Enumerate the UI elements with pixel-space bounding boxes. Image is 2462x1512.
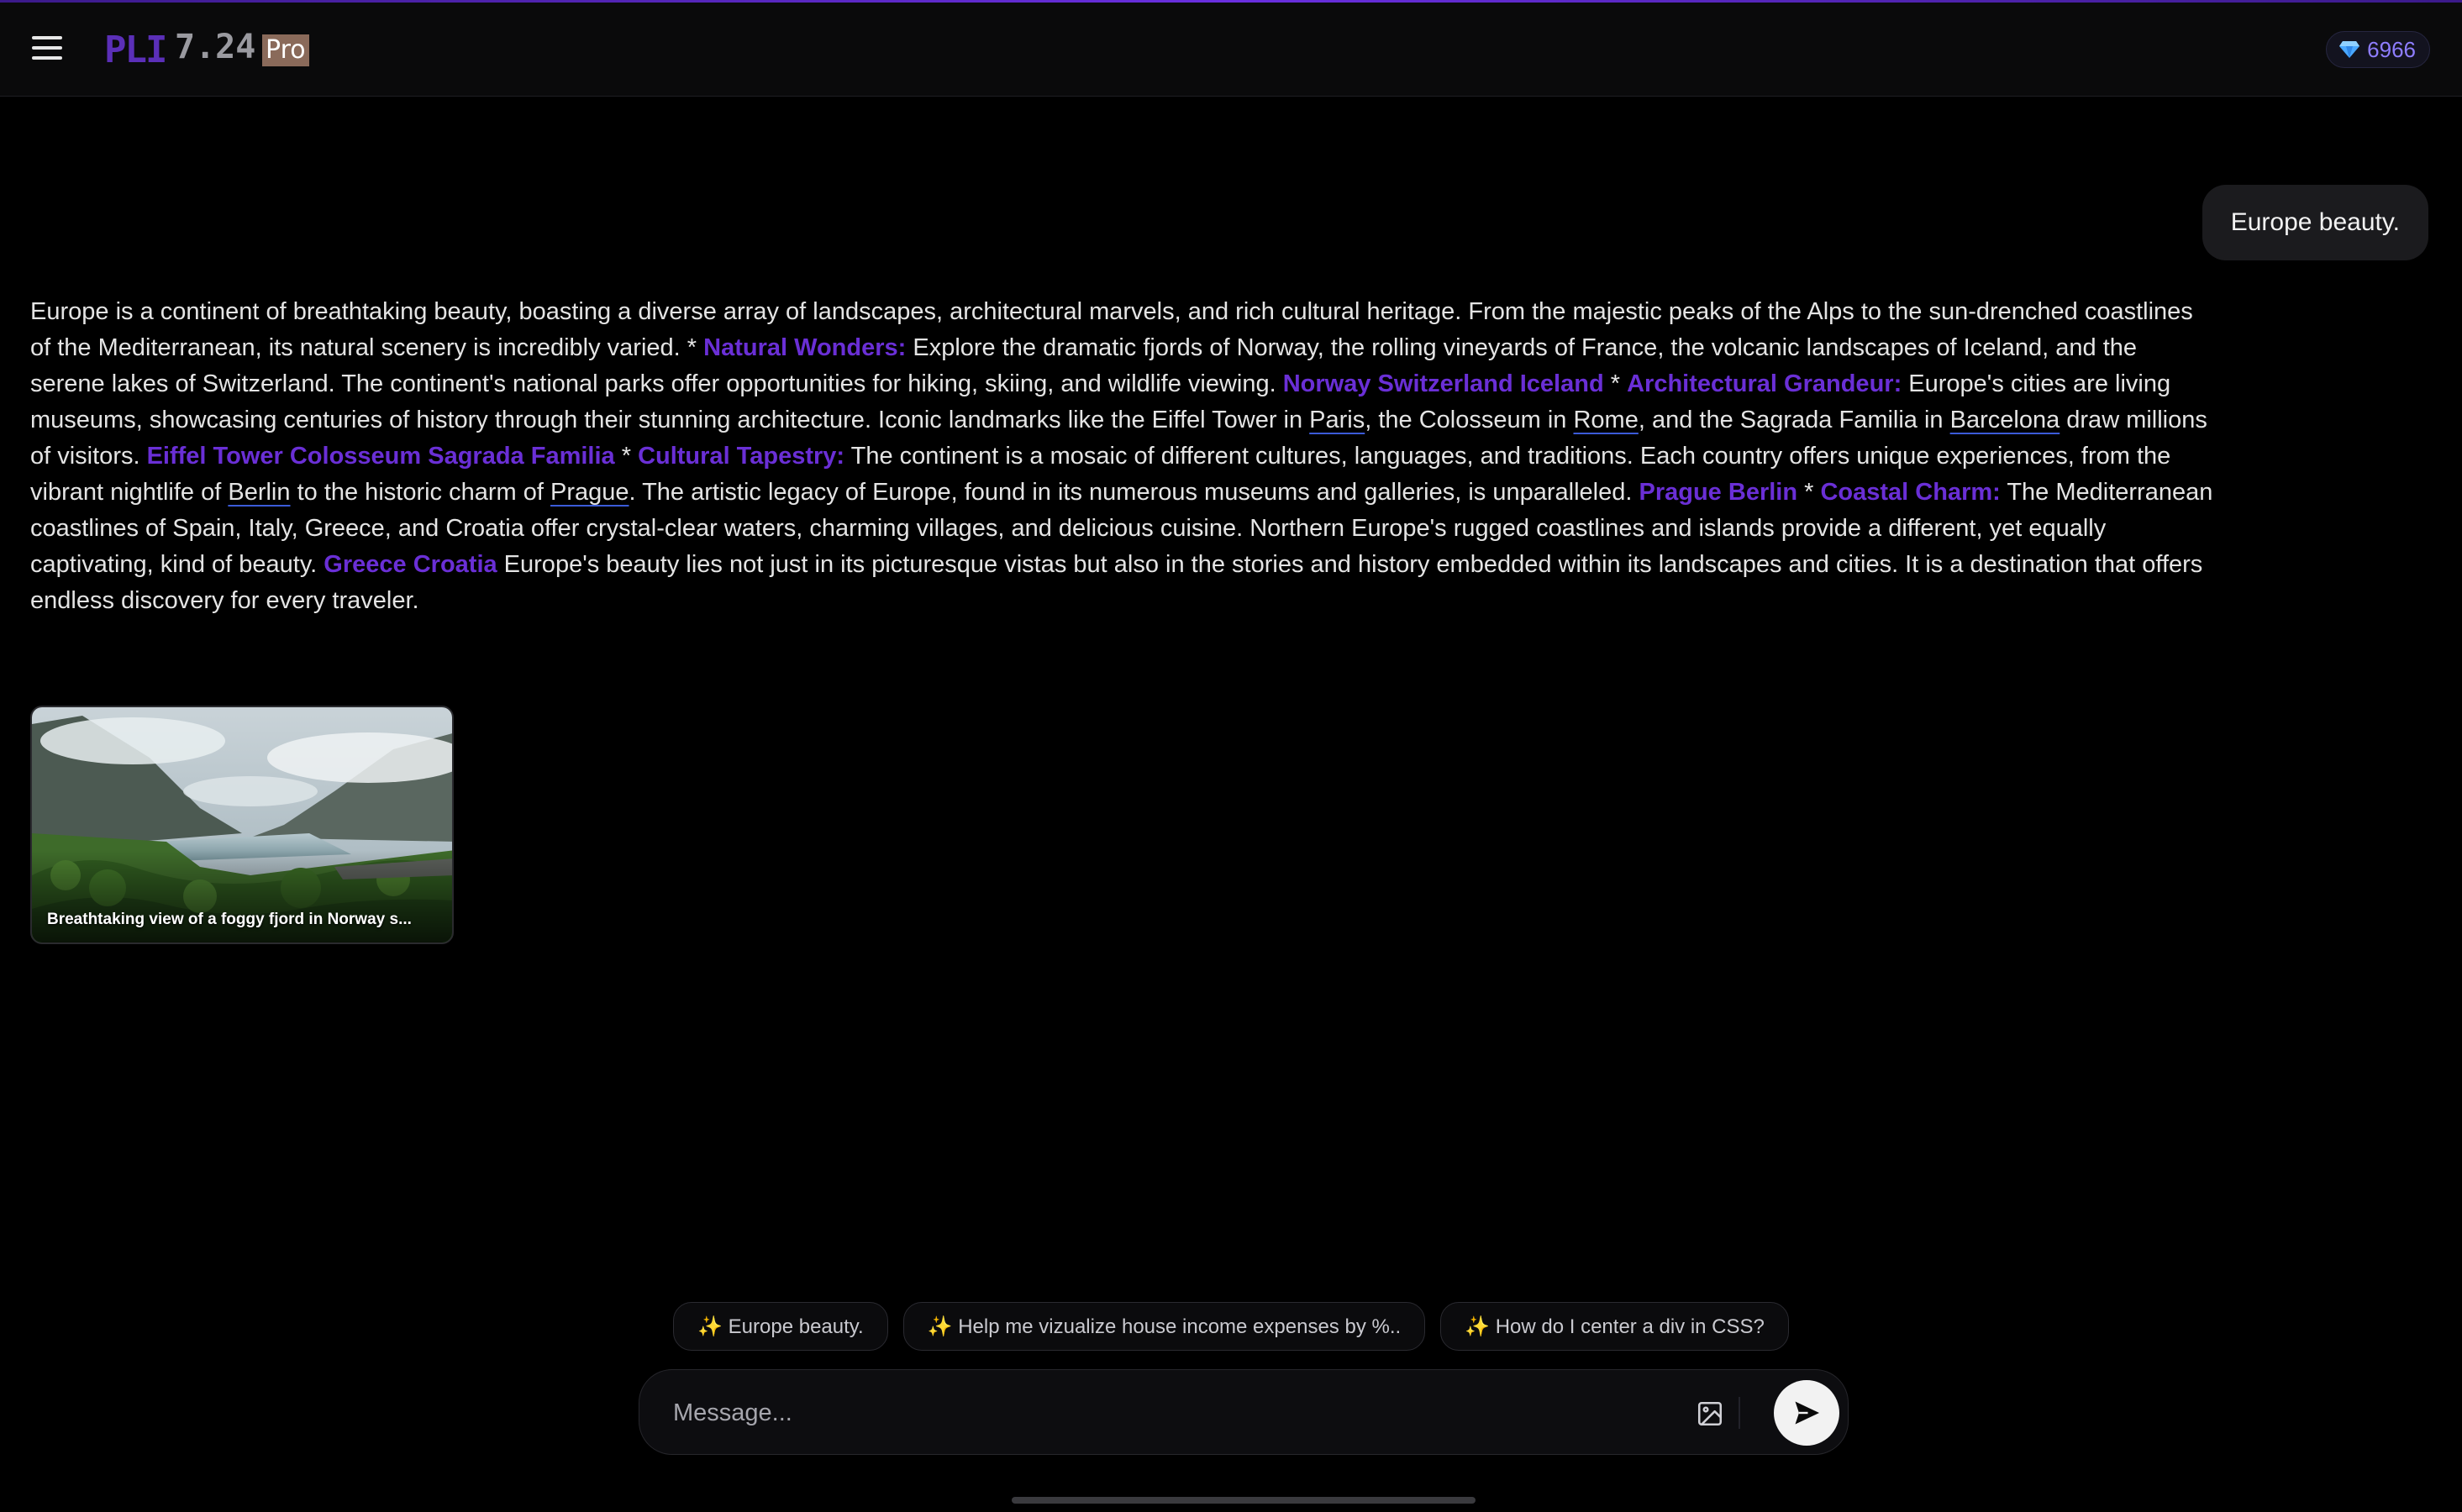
pro-badge: Pro (262, 34, 309, 66)
send-button[interactable] (1774, 1380, 1839, 1446)
answer-text: , and the Sagrada Familia in (1638, 407, 1950, 433)
suggestion-chip-europe[interactable]: ✨ Europe beauty. (673, 1302, 888, 1351)
answer-separator: * (1603, 370, 1628, 397)
credits-count: 6966 (2367, 36, 2416, 62)
image-tags-nature[interactable]: Norway Switzerland Iceland (1283, 370, 1604, 397)
link-paris[interactable]: Paris (1309, 407, 1365, 433)
generated-image-card[interactable]: Breathtaking view of a foggy fjord in No… (30, 706, 454, 944)
assistant-answer: Europe is a continent of breathtaking be… (30, 294, 2215, 619)
app-header: PLI 7.24 Pro 6966 (0, 3, 2462, 97)
gem-icon (2338, 39, 2360, 60)
suggestion-chip-center-div[interactable]: ✨ How do I center a div in CSS? (1440, 1302, 1789, 1351)
message-input[interactable] (673, 1392, 1639, 1434)
link-berlin[interactable]: Berlin (228, 479, 290, 506)
message-composer (639, 1369, 1849, 1455)
link-barcelona[interactable]: Barcelona (1950, 407, 2060, 433)
link-prague[interactable]: Prague (550, 479, 629, 506)
composer-divider (1739, 1397, 1740, 1429)
app-version: 7.24 (175, 28, 256, 66)
image-tags-coast[interactable]: Greece Croatia (324, 551, 497, 578)
home-indicator-bar[interactable] (1012, 1497, 1476, 1504)
attach-image-icon[interactable] (1691, 1395, 1728, 1432)
answer-text: , the Colosseum in (1365, 407, 1574, 433)
user-message-bubble: Europe beauty. (2202, 185, 2428, 260)
image-tags-landmarks[interactable]: Eiffel Tower Colosseum Sagrada Familia (147, 443, 615, 470)
section-heading-natural-wonders: Natural Wonders: (703, 334, 907, 361)
suggestion-chip-house-expenses[interactable]: ✨ Help me vizualize house income expense… (902, 1302, 1426, 1351)
section-heading-coastal: Coastal Charm: (1820, 479, 2001, 506)
link-rome[interactable]: Rome (1573, 407, 1638, 433)
answer-separator: * (1797, 479, 1821, 506)
image-caption: Breathtaking view of a foggy fjord in No… (47, 911, 412, 928)
credits-badge[interactable]: 6966 (2326, 31, 2430, 68)
section-heading-culture: Cultural Tapestry: (638, 443, 845, 470)
send-icon (1795, 1401, 1819, 1425)
answer-text: to the historic charm of (290, 479, 550, 506)
fjord-image (32, 707, 452, 942)
app-page: PLI 7.24 Pro 6966 Europe beauty. Europe … (0, 0, 2462, 1512)
answer-separator: * (614, 443, 639, 470)
suggestion-chips: ✨ Europe beauty. ✨ Help me vizualize hou… (0, 1302, 2462, 1351)
hamburger-menu-icon[interactable] (30, 33, 64, 63)
app-logo: PLI (104, 28, 167, 71)
answer-text: . The artistic legacy of Europe, found i… (629, 479, 1639, 506)
image-tags-cities[interactable]: Prague Berlin (1639, 479, 1798, 506)
section-heading-architecture: Architectural Grandeur: (1627, 370, 1902, 397)
